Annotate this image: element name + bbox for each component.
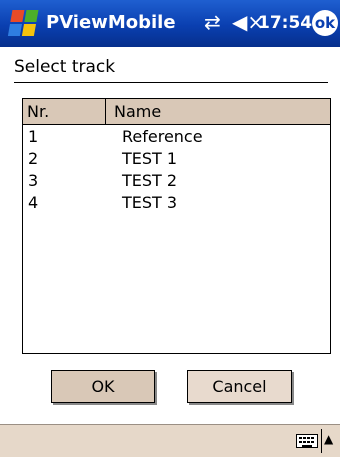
row-name: TEST 2 (122, 171, 178, 190)
column-header-nr[interactable]: Nr. (23, 99, 106, 124)
cancel-button[interactable]: Cancel (187, 370, 292, 403)
list-header: Nr. Name (23, 99, 330, 125)
clock[interactable]: 17:54 (258, 13, 312, 33)
list-item[interactable]: 2 TEST 1 (23, 149, 330, 171)
track-list[interactable]: Nr. Name 1 Reference 2 TEST 1 3 TEST 2 4… (22, 98, 331, 354)
heading-divider (14, 82, 328, 83)
row-name: TEST 1 (122, 149, 178, 168)
column-header-name[interactable]: Name (106, 99, 331, 124)
row-nr: 3 (28, 171, 39, 190)
dialog-heading: Select track (14, 57, 116, 77)
arrow-up-icon[interactable]: ▲ (324, 432, 333, 446)
keyboard-icon[interactable] (296, 434, 318, 448)
ok-close-button[interactable]: ok (312, 10, 338, 36)
row-nr: 2 (28, 149, 39, 168)
row-nr: 4 (28, 193, 39, 212)
list-item[interactable]: 3 TEST 2 (23, 171, 330, 193)
connectivity-icon[interactable]: ⇄ (204, 11, 221, 33)
row-name: TEST 3 (122, 193, 178, 212)
list-rows: 1 Reference 2 TEST 1 3 TEST 2 4 TEST 3 (23, 127, 330, 215)
row-nr: 1 (28, 127, 39, 146)
list-item[interactable]: 4 TEST 3 (23, 193, 330, 215)
ok-button[interactable]: OK (51, 370, 155, 403)
title-bar: PViewMobile ⇄ ◀× 17:54 ok (0, 0, 340, 47)
sip-divider (321, 429, 322, 453)
app-title: PViewMobile (46, 12, 176, 33)
list-item[interactable]: 1 Reference (23, 127, 330, 149)
row-name: Reference (122, 127, 203, 146)
menu-bar: ▲ (0, 424, 340, 457)
windows-start-icon[interactable] (7, 10, 41, 38)
